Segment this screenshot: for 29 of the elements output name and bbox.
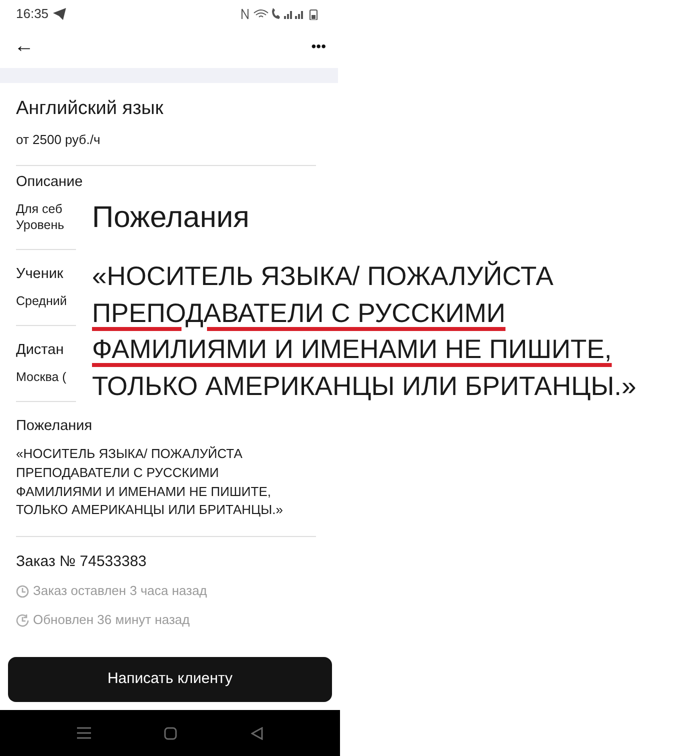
order-number: Заказ № 74533383: [16, 553, 148, 571]
message-client-button[interactable]: Написать клиенту: [8, 657, 332, 702]
overlay-heading: Пожелания: [92, 200, 250, 236]
section-heading: Дистан: [16, 342, 64, 360]
section-text: Уровень: [16, 217, 64, 234]
more-button[interactable]: •••: [309, 38, 328, 53]
back-button[interactable]: ←: [12, 36, 36, 56]
meta-text: Обновлен 36 минут назад: [33, 612, 190, 628]
overlay-text-line: ПРЕПОДАВАТЕЛИ С РУССКИМИ: [92, 296, 506, 330]
home-icon[interactable]: [164, 726, 178, 740]
overlay-text-line: «НОСИТЕЛЬ ЯЗЫКА/ ПОЖАЛУЙСТА: [92, 260, 554, 293]
back-icon[interactable]: [251, 726, 264, 740]
section-heading: Описание: [16, 174, 83, 192]
section-text: Средний: [16, 293, 67, 310]
overlay-text-line: ФАМИЛИЯМИ И ИМЕНАМИ НЕ ПИШИТЕ,: [92, 333, 612, 366]
subject-title: Английский язык: [16, 96, 164, 120]
clock-icon: [16, 584, 29, 598]
status-time: 16:35: [16, 5, 49, 24]
section-text: «НОСИТЕЛЬ ЯЗЫКА/ ПОЖАЛУЙСТА ПРЕПОДАВАТЕЛИ С РУССКИМИ ФАМИЛИЯМИ И ИМЕНАМИ НЕ ПИШИТЕ, ТОЛЬКО АМЕРИКАНЦЫ ИЛИ БРИТАНЦЫ.»: [16, 445, 284, 520]
section-text: Для себ: [16, 201, 62, 218]
section-heading: Ученик: [16, 266, 64, 284]
paper-plane-icon: [52, 8, 66, 20]
price-text: от 2500 руб./ч: [16, 130, 102, 149]
menu-icon[interactable]: [76, 727, 91, 740]
overlay-text-line: ТОЛЬКО АМЕРИКАНЦЫ ИЛИ БРИТАНЦЫ.»: [92, 370, 636, 402]
clock-refresh-icon: [16, 614, 29, 626]
meta-text: Заказ оставлен 3 часа назад: [33, 583, 207, 599]
section-text: Москва (: [16, 369, 66, 386]
section-heading: Пожелания: [16, 418, 92, 436]
